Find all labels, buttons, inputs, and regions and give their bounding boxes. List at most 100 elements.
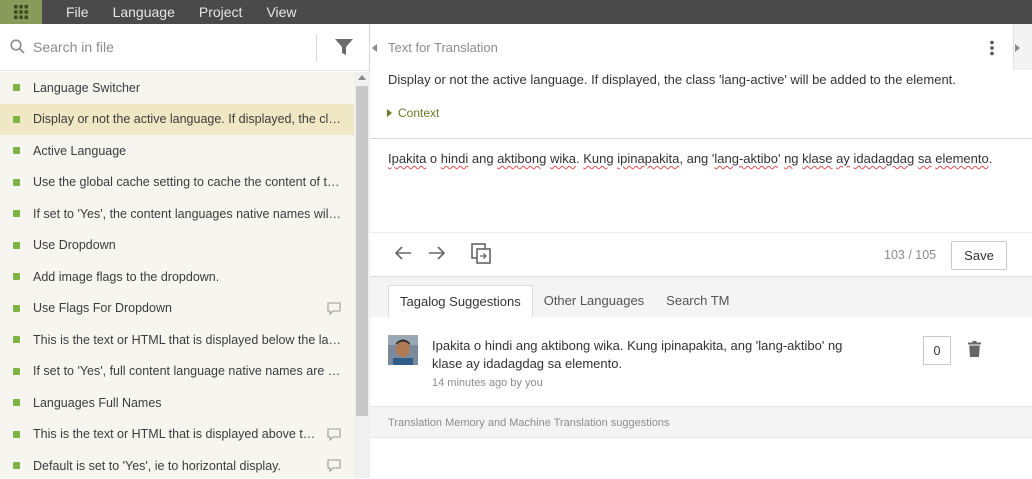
status-dot	[13, 462, 20, 470]
menu-file[interactable]: File	[66, 0, 89, 24]
list-item-text: If set to 'Yes', full content language n…	[33, 364, 343, 379]
tm-results	[370, 437, 1032, 479]
comment-icon[interactable]	[327, 459, 341, 472]
menu-language[interactable]: Language	[113, 0, 175, 24]
filter-icon[interactable]	[334, 38, 354, 56]
list-item-text: Default is set to 'Yes', ie to horizonta…	[33, 458, 281, 473]
list-item[interactable]: Add image flags to the dropdown.	[0, 261, 354, 293]
menu-bar: File Language Project View	[0, 0, 1032, 24]
translation-word: hindi	[440, 151, 469, 166]
translation-text: o	[426, 151, 441, 166]
tab-search-tm[interactable]: Search TM	[655, 285, 740, 317]
translation-word: Kung	[583, 151, 614, 166]
list-item-text: If set to 'Yes', the content languages n…	[33, 206, 343, 221]
status-dot	[13, 241, 20, 249]
translation-word: ay	[836, 151, 850, 166]
status-dot	[13, 115, 20, 123]
list-item-selected[interactable]: Display or not the active language. If d…	[0, 103, 354, 135]
translation-editor[interactable]: Ipakita o hindi ang aktibong wika. Kung …	[388, 151, 992, 166]
translation-word: klase	[802, 151, 833, 166]
suggestion-item: Ipakita o hindi ang aktibong wika. Kung …	[370, 317, 1032, 407]
search-input[interactable]	[33, 35, 303, 59]
more-options-icon[interactable]	[989, 40, 995, 56]
comment-icon[interactable]	[327, 427, 341, 441]
menu-project[interactable]: Project	[199, 0, 243, 24]
status-dot	[13, 336, 20, 344]
string-list: Language Switcher Display or not the act…	[0, 72, 354, 478]
list-item-text: Use Dropdown	[33, 238, 116, 253]
vote-count[interactable]: 0	[923, 336, 951, 365]
translation-word: Ipakita	[388, 151, 427, 166]
menu-view[interactable]: View	[266, 0, 296, 24]
translation-word: ipinapakita	[617, 151, 680, 166]
expand-triangle-icon	[387, 109, 392, 117]
status-dot	[13, 178, 20, 186]
trash-icon[interactable]	[968, 341, 981, 357]
list-item-text: Languages Full Names	[33, 395, 162, 410]
list-item[interactable]: This is the text or HTML that is display…	[0, 419, 354, 451]
list-item[interactable]: Active Language	[0, 135, 354, 167]
apps-grid-button[interactable]	[0, 0, 42, 24]
status-dot	[13, 273, 20, 281]
divider	[370, 138, 1032, 139]
suggestion-tabs: Tagalog Suggestions Other Languages Sear…	[388, 285, 741, 317]
translation-word: wika	[549, 151, 576, 166]
status-dot	[13, 304, 20, 312]
list-item[interactable]: If set to 'Yes', the content languages n…	[0, 198, 354, 230]
status-dot	[13, 147, 20, 155]
translation-text: ang	[468, 151, 498, 166]
next-arrow-icon[interactable]	[428, 245, 446, 261]
scroll-up-arrow-icon[interactable]	[358, 75, 366, 80]
tab-other-languages[interactable]: Other Languages	[533, 285, 655, 317]
status-dot	[13, 210, 20, 218]
source-title: Text for Translation	[388, 40, 498, 55]
list-item[interactable]: Use the global cache setting to cache th…	[0, 167, 354, 199]
divider	[370, 232, 1032, 233]
list-item-text: Use the global cache setting to cache th…	[33, 175, 343, 190]
source-text: Display or not the active language. If d…	[388, 72, 956, 87]
list-item-text: Add image flags to the dropdown.	[33, 269, 220, 284]
status-dot	[13, 430, 20, 438]
copy-source-icon[interactable]	[471, 243, 491, 264]
list-scrollbar[interactable]	[354, 72, 370, 478]
search-bar	[0, 24, 369, 71]
tm-note: Translation Memory and Machine Translati…	[388, 417, 670, 429]
editor-panel: Text for Translation Display or not the …	[370, 24, 1032, 479]
status-dot	[13, 84, 20, 92]
collapse-left-icon[interactable]	[372, 44, 377, 52]
list-item[interactable]: Languages Full Names	[0, 387, 354, 419]
list-item-text: Active Language	[33, 143, 127, 158]
list-item[interactable]: Default is set to 'Yes', ie to horizonta…	[0, 450, 354, 478]
search-icon	[10, 39, 25, 54]
previous-arrow-icon[interactable]	[394, 245, 412, 261]
translation-text: , ang '	[679, 151, 715, 166]
list-item-text: This is the text or HTML that is display…	[33, 427, 318, 442]
string-list-panel: Language Switcher Display or not the act…	[0, 24, 370, 478]
comment-icon[interactable]	[327, 301, 341, 315]
scroll-thumb[interactable]	[356, 86, 368, 416]
suggestions-area: Tagalog Suggestions Other Languages Sear…	[370, 276, 1032, 479]
search-divider	[316, 34, 317, 62]
translation-text: .	[988, 151, 993, 166]
status-dot	[13, 399, 20, 407]
list-item-text: Language Switcher	[33, 80, 141, 95]
tab-tagalog-suggestions[interactable]: Tagalog Suggestions	[388, 285, 533, 317]
list-item[interactable]: This is the text or HTML that is display…	[0, 324, 354, 356]
list-item-text: Display or not the active language. If d…	[33, 112, 343, 127]
list-item[interactable]: Language Switcher	[0, 72, 354, 104]
character-counter: 103 / 105	[884, 248, 937, 262]
list-item[interactable]: If set to 'Yes', full content language n…	[0, 356, 354, 388]
avatar	[388, 335, 418, 365]
collapse-right-icon[interactable]	[1015, 44, 1020, 52]
list-item[interactable]: Use Flags For Dropdown	[0, 293, 354, 325]
list-item[interactable]: Use Dropdown	[0, 230, 354, 262]
context-toggle[interactable]: Context	[387, 106, 439, 120]
translation-word: idadagdag	[853, 151, 915, 166]
suggestion-meta: 14 minutes ago by you	[432, 377, 543, 389]
translation-word: aktibong	[497, 151, 547, 166]
translation-word: elemento	[935, 151, 989, 166]
save-button[interactable]: Save	[951, 241, 1007, 270]
suggestion-text[interactable]: Ipakita o hindi ang aktibong wika. Kung …	[432, 337, 872, 373]
list-item-text: This is the text or HTML that is display…	[33, 332, 343, 347]
list-item-text: Use Flags For Dropdown	[33, 301, 172, 316]
